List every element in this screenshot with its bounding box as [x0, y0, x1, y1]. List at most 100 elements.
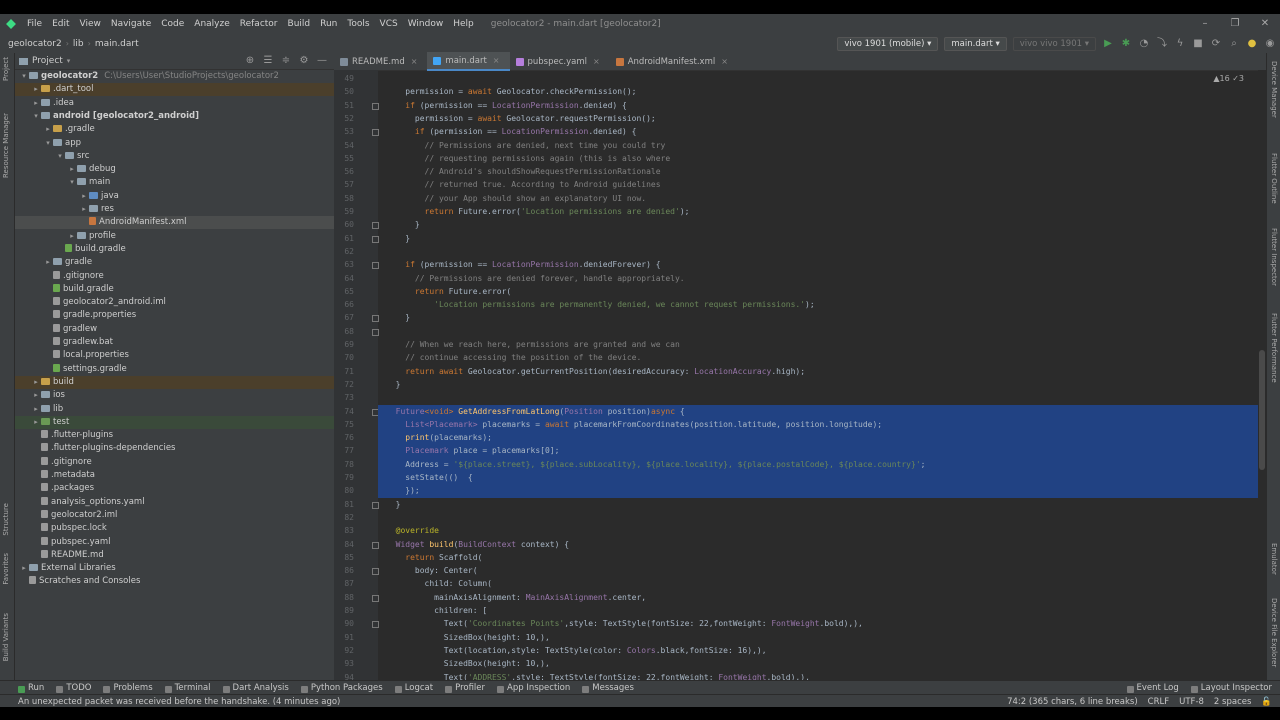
tree-item[interactable]: ▸ ios [15, 389, 334, 402]
minimize-icon[interactable]: – [1190, 14, 1220, 34]
tree-item[interactable]: build.gradle [15, 283, 334, 296]
tree-item[interactable]: ▾ android [geolocator2_android] [15, 110, 334, 123]
close-tab-icon[interactable]: × [593, 57, 600, 66]
tool-tab-flutter-performance[interactable]: Flutter Performance [1270, 313, 1278, 383]
gear-icon[interactable]: ⚙ [298, 55, 310, 67]
tree-item[interactable]: ▾ geolocator2 C:\Users\User\StudioProjects… [15, 70, 334, 83]
tree-item[interactable]: ▸ profile [15, 230, 334, 243]
tool-window-profiler[interactable]: Profiler [441, 683, 493, 693]
run-icon[interactable]: ▶ [1102, 38, 1114, 50]
close-tab-icon[interactable]: × [411, 57, 418, 66]
chevron-down-icon[interactable]: ▾ [55, 150, 65, 163]
tree-item[interactable]: local.properties [15, 349, 334, 362]
tree-item[interactable]: analysis_options.yaml [15, 496, 334, 509]
tree-item[interactable]: ▸ lib [15, 403, 334, 416]
chevron-down-icon[interactable]: ▾ [19, 70, 29, 83]
chevron-right-icon[interactable]: ▸ [31, 376, 41, 389]
tree-item[interactable]: README.md [15, 549, 334, 562]
close-tab-icon[interactable]: × [721, 57, 728, 66]
tree-item[interactable]: settings.gradle [15, 363, 334, 376]
lock-icon[interactable]: 🔓 [1261, 697, 1272, 707]
tool-window-app-inspection[interactable]: App Inspection [493, 683, 578, 693]
tree-item[interactable]: .gitignore [15, 456, 334, 469]
expand-all-icon[interactable]: ☰ [262, 55, 274, 67]
attach-debugger-icon[interactable]: ⤵ [1156, 38, 1168, 50]
tree-item[interactable]: .packages [15, 482, 334, 495]
menu-build[interactable]: Build [283, 19, 316, 29]
chevron-right-icon[interactable]: ▸ [31, 389, 41, 402]
chevron-right-icon[interactable]: ▸ [79, 190, 89, 203]
tree-item[interactable]: .flutter-plugins-dependencies [15, 442, 334, 455]
tree-item[interactable]: ▾ app [15, 137, 334, 150]
tool-tab-emulator[interactable]: Emulator [1270, 543, 1278, 575]
tool-window-todo[interactable]: TODO [52, 683, 99, 693]
tree-item[interactable]: ▸ build [15, 375, 334, 389]
locate-icon[interactable]: ⊕ [244, 55, 256, 67]
menu-code[interactable]: Code [156, 19, 189, 29]
stop-icon[interactable]: ■ [1192, 38, 1204, 50]
collapse-all-icon[interactable]: ≑ [280, 55, 292, 67]
tree-item[interactable]: ▾ src [15, 150, 334, 163]
close-tab-icon[interactable]: × [493, 56, 500, 65]
menu-tools[interactable]: Tools [342, 19, 374, 29]
tree-item[interactable]: .gitignore [15, 270, 334, 283]
file-encoding[interactable]: UTF-8 [1179, 697, 1204, 707]
status-message[interactable]: An unexpected packet was received before… [0, 697, 340, 707]
chevron-right-icon[interactable]: ▸ [31, 403, 41, 416]
tree-item[interactable]: ▸ .dart_tool [15, 83, 334, 97]
maximize-icon[interactable]: ❐ [1220, 14, 1250, 34]
chevron-right-icon[interactable]: ▸ [79, 203, 89, 216]
menu-file[interactable]: File [22, 19, 47, 29]
tree-item[interactable]: ▸ External Libraries [15, 562, 334, 575]
menu-window[interactable]: Window [403, 19, 449, 29]
menu-view[interactable]: View [75, 19, 106, 29]
menu-run[interactable]: Run [315, 19, 342, 29]
chevron-right-icon[interactable]: ▸ [43, 256, 53, 269]
chevron-right-icon[interactable]: ▸ [67, 163, 77, 176]
tree-item[interactable]: gradle.properties [15, 309, 334, 322]
tool-window-terminal[interactable]: Terminal [161, 683, 219, 693]
code-view[interactable]: permission = await Geolocator.checkPermi… [378, 70, 1258, 680]
inspection-widget[interactable]: ▲16 ✓3 [1213, 74, 1244, 83]
tool-window-logcat[interactable]: Logcat [391, 683, 441, 693]
tree-item[interactable]: .metadata [15, 469, 334, 482]
chevron-right-icon[interactable]: ▸ [31, 97, 41, 110]
chevron-down-icon[interactable]: ▾ [43, 137, 53, 150]
tree-item[interactable]: .flutter-plugins [15, 429, 334, 442]
hide-icon[interactable]: — [316, 55, 328, 67]
indent-setting[interactable]: 2 spaces [1214, 697, 1251, 707]
tree-item[interactable]: ▸ test [15, 415, 334, 429]
editor-tab[interactable]: AndroidManifest.xml × [610, 53, 738, 70]
hot-reload-icon[interactable]: ϟ [1174, 38, 1186, 50]
tree-item[interactable]: geolocator2_android.iml [15, 296, 334, 309]
chevron-right-icon[interactable]: ▸ [67, 230, 77, 243]
tool-window-layout-inspector[interactable]: Layout Inspector [1187, 683, 1280, 693]
tool-window-run[interactable]: Run [14, 683, 52, 693]
editor-tab[interactable]: pubspec.yaml × [510, 53, 610, 70]
chevron-down-icon[interactable]: ▾ [67, 176, 77, 189]
chevron-right-icon[interactable]: ▸ [31, 83, 41, 96]
tree-item[interactable]: gradlew.bat [15, 336, 334, 349]
tool-tab-device-file-explorer[interactable]: Device File Explorer [1270, 598, 1278, 667]
menu-vcs[interactable]: VCS [375, 19, 403, 29]
tool-tab-device-manager[interactable]: Device Manager [1270, 61, 1278, 118]
tool-tab-project[interactable]: Project [2, 57, 10, 81]
breadcrumb-lib[interactable]: lib [69, 39, 88, 49]
tree-item[interactable]: ▾ main [15, 176, 334, 189]
tool-tab-resource-manager[interactable]: Resource Manager [2, 113, 10, 178]
tool-window-dart-analysis[interactable]: Dart Analysis [219, 683, 297, 693]
tree-item[interactable]: ▸ res [15, 203, 334, 216]
tree-item[interactable]: ▸ gradle [15, 256, 334, 269]
sync-icon[interactable]: ⟳ [1210, 38, 1222, 50]
menu-refactor[interactable]: Refactor [235, 19, 283, 29]
chevron-right-icon[interactable]: ▸ [19, 562, 29, 575]
tree-item[interactable]: pubspec.yaml [15, 536, 334, 549]
tree-item[interactable]: ▸ debug [15, 163, 334, 176]
scrollbar-thumb[interactable] [1259, 350, 1265, 470]
menu-navigate[interactable]: Navigate [106, 19, 156, 29]
breadcrumb-file[interactable]: main.dart [91, 39, 143, 49]
close-icon[interactable]: ✕ [1250, 14, 1280, 34]
device-selector[interactable]: vivo 1901 (mobile) ▾ [837, 36, 939, 51]
tree-item[interactable]: ▸ .gradle [15, 123, 334, 136]
tree-item[interactable]: ▸ java [15, 190, 334, 203]
